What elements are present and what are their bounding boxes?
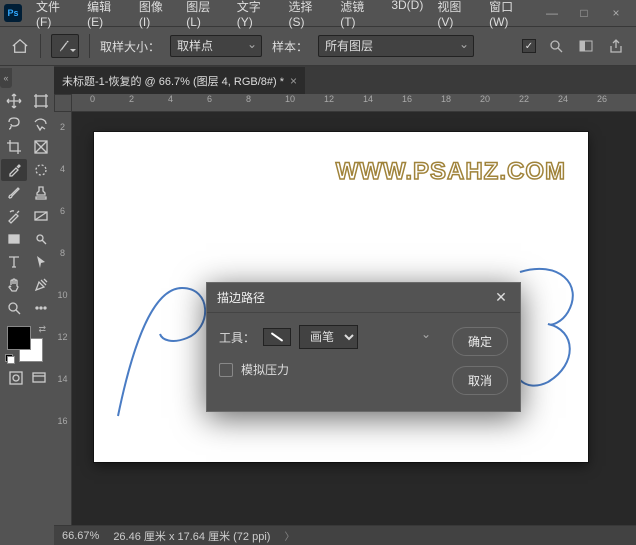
default-colors-icon[interactable] bbox=[5, 354, 15, 364]
history-brush-tool[interactable] bbox=[1, 205, 27, 227]
window-close-button[interactable]: × bbox=[600, 3, 632, 23]
show-ring-checkbox[interactable]: ✓ bbox=[522, 39, 536, 53]
search-icon[interactable] bbox=[546, 36, 566, 56]
ruler-corner bbox=[54, 94, 72, 112]
home-icon[interactable] bbox=[10, 36, 30, 56]
move-tool[interactable] bbox=[1, 90, 27, 112]
toolbox: ⇄ bbox=[0, 88, 54, 391]
color-swatches[interactable]: ⇄ bbox=[5, 324, 50, 364]
dialog-tool-label: 工具： bbox=[219, 329, 255, 346]
path-scribble-right bbox=[518, 264, 588, 394]
window-maximize-button[interactable]: □ bbox=[568, 3, 600, 23]
lasso-tool[interactable] bbox=[1, 113, 27, 135]
dialog-title: 描边路径 bbox=[217, 289, 265, 306]
main-menu: 文件(F) 编辑(E) 图像(I) 图层(L) 文字(Y) 选择(S) 滤镜(T… bbox=[30, 0, 536, 33]
window-controls: — □ × bbox=[536, 3, 632, 23]
type-tool[interactable] bbox=[1, 251, 27, 273]
sample-size-select[interactable]: 取样点 bbox=[170, 35, 262, 57]
toolbox-collapse-toggle[interactable]: « bbox=[0, 68, 12, 88]
menu-layer[interactable]: 图层(L) bbox=[180, 0, 229, 33]
edit-toolbar-button[interactable] bbox=[28, 297, 54, 319]
panel-toggle-icon[interactable] bbox=[576, 36, 596, 56]
dialog-cancel-button[interactable]: 取消 bbox=[452, 366, 508, 395]
frame-tool[interactable] bbox=[28, 136, 54, 158]
dialog-ok-button[interactable]: 确定 bbox=[452, 327, 508, 356]
watermark-text: WWW.PSAHZ.COM bbox=[336, 158, 566, 186]
menu-3d[interactable]: 3D(D) bbox=[385, 0, 429, 33]
brush-preview-icon bbox=[263, 328, 291, 346]
status-docsize: 26.46 厘米 x 17.64 厘米 (72 ppi) bbox=[113, 528, 270, 544]
dialog-close-button[interactable]: ✕ bbox=[492, 289, 510, 307]
hand-tool[interactable] bbox=[1, 274, 27, 296]
menu-image[interactable]: 图像(I) bbox=[133, 0, 178, 33]
menu-window[interactable]: 窗口(W) bbox=[483, 0, 536, 33]
tab-close-icon[interactable]: × bbox=[290, 74, 297, 88]
title-bar: Ps 文件(F) 编辑(E) 图像(I) 图层(L) 文字(Y) 选择(S) 滤… bbox=[0, 0, 636, 26]
sample-label: 样本： bbox=[272, 38, 308, 55]
quickmask-toggle[interactable] bbox=[5, 367, 27, 389]
status-bar: 66.67% 26.46 厘米 x 17.64 厘米 (72 ppi) 〉 bbox=[54, 525, 636, 545]
ruler-vertical[interactable]: 246810121416 bbox=[54, 112, 72, 525]
foreground-color[interactable] bbox=[7, 326, 31, 350]
simulate-pressure-checkbox[interactable] bbox=[219, 363, 233, 377]
share-icon[interactable] bbox=[606, 36, 626, 56]
quick-select-tool[interactable] bbox=[28, 113, 54, 135]
stamp-tool[interactable] bbox=[28, 182, 54, 204]
rectangle-tool[interactable] bbox=[1, 228, 27, 250]
pen-tool[interactable] bbox=[28, 274, 54, 296]
window-minimize-button[interactable]: — bbox=[536, 3, 568, 23]
menu-filter[interactable]: 滤镜(T) bbox=[334, 0, 383, 33]
menu-type[interactable]: 文字(Y) bbox=[231, 0, 281, 33]
brush-tool[interactable] bbox=[1, 182, 27, 204]
artboard-tool[interactable] bbox=[28, 90, 54, 112]
document-tab-title: 未标题-1-恢复的 @ 66.7% (图层 4, RGB/8#) * bbox=[62, 73, 284, 89]
screenmode-toggle[interactable] bbox=[28, 367, 50, 389]
document-tab[interactable]: 未标题-1-恢复的 @ 66.7% (图层 4, RGB/8#) * × bbox=[54, 66, 305, 94]
menu-edit[interactable]: 编辑(E) bbox=[81, 0, 131, 33]
app-logo: Ps bbox=[4, 4, 22, 22]
ruler-horizontal[interactable]: 02468101214161820222426 bbox=[72, 94, 636, 112]
sample-select[interactable]: 所有图层 bbox=[318, 35, 474, 57]
zoom-tool[interactable] bbox=[1, 297, 27, 319]
menu-file[interactable]: 文件(F) bbox=[30, 0, 79, 33]
stroke-path-dialog: 描边路径 ✕ 工具： 画笔 模拟压力 确定 取消 bbox=[206, 282, 521, 412]
dodge-tool[interactable] bbox=[28, 228, 54, 250]
gradient-tool[interactable] bbox=[28, 205, 54, 227]
selection-dashed-tool[interactable] bbox=[28, 159, 54, 181]
menu-view[interactable]: 视图(V) bbox=[431, 0, 481, 33]
dialog-tool-select[interactable]: 画笔 bbox=[299, 325, 358, 349]
status-menu-arrow[interactable]: 〉 bbox=[284, 528, 294, 543]
eyedropper-tool[interactable] bbox=[1, 159, 27, 181]
crop-tool[interactable] bbox=[1, 136, 27, 158]
dialog-titlebar[interactable]: 描边路径 ✕ bbox=[207, 283, 520, 313]
document-tabbar: 未标题-1-恢复的 @ 66.7% (图层 4, RGB/8#) * × bbox=[54, 66, 636, 94]
tool-preset-picker[interactable] bbox=[51, 34, 79, 58]
menu-select[interactable]: 选择(S) bbox=[282, 0, 332, 33]
swap-colors-icon[interactable]: ⇄ bbox=[38, 324, 46, 335]
status-zoom[interactable]: 66.67% bbox=[62, 530, 99, 542]
path-select-tool[interactable] bbox=[28, 251, 54, 273]
simulate-pressure-label: 模拟压力 bbox=[241, 361, 289, 378]
sample-size-label: 取样大小： bbox=[100, 38, 160, 55]
